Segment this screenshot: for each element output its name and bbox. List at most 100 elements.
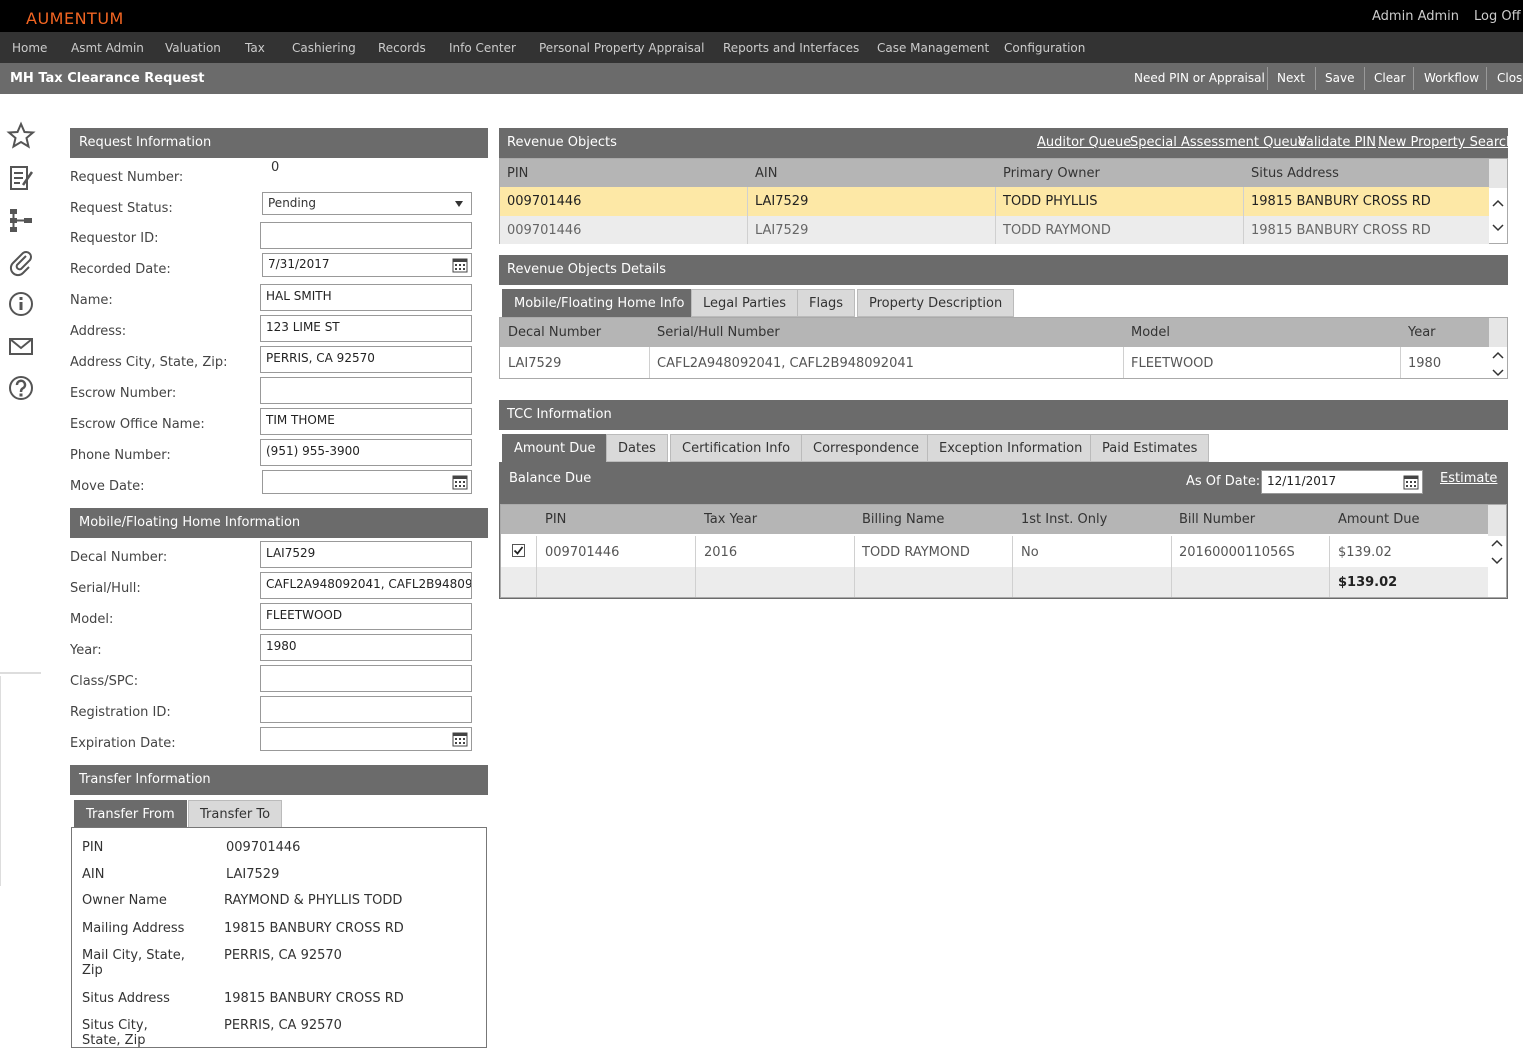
class-spc-field[interactable] <box>260 665 472 692</box>
scroll-arrows-icon[interactable] <box>1492 197 1504 237</box>
nav-configuration[interactable]: Configuration <box>1004 41 1085 55</box>
col-bill-number[interactable]: Bill Number <box>1179 512 1255 527</box>
col-pin[interactable]: PIN <box>545 512 566 527</box>
col-primary-owner[interactable]: Primary Owner <box>1003 166 1100 181</box>
tab-transfer-to[interactable]: Transfer To <box>188 800 283 828</box>
tab-transfer-from[interactable]: Transfer From <box>74 800 187 828</box>
scroll-arrows-icon[interactable] <box>1491 539 1503 565</box>
serial-hull-field[interactable]: CAFL2A948092041, CAFL2B948092041 <box>260 572 472 599</box>
tcc-info-header: TCC Information <box>499 400 1508 430</box>
table-row[interactable]: 009701446 2016 TODD RAYMOND No 201600001… <box>501 536 1488 567</box>
estimate-link[interactable]: Estimate <box>1440 471 1497 486</box>
nav-tax[interactable]: Tax <box>245 41 265 55</box>
nav-case-management[interactable]: Case Management <box>877 41 989 55</box>
nav-personal-property-appraisal[interactable]: Personal Property Appraisal <box>539 41 704 55</box>
tab-dates[interactable]: Dates <box>606 434 668 462</box>
col-ain[interactable]: AIN <box>755 166 777 181</box>
cell-year: 1980 <box>1408 356 1442 371</box>
paperclip-icon[interactable] <box>6 247 36 277</box>
tab-correspondence[interactable]: Correspondence <box>801 434 932 462</box>
nav-reports-and-interfaces[interactable]: Reports and Interfaces <box>723 41 859 55</box>
col-billing-name[interactable]: Billing Name <box>862 512 944 527</box>
validate-pin-link[interactable]: Validate PIN <box>1298 135 1376 150</box>
hierarchy-icon[interactable] <box>6 205 36 235</box>
as-of-date-field[interactable]: 12/11/2017 <box>1261 470 1423 494</box>
col-situs-address[interactable]: Situs Address <box>1251 166 1339 181</box>
action-separator <box>1267 67 1268 90</box>
nav-asmt-admin[interactable]: Asmt Admin <box>71 41 144 55</box>
recorded-date-field[interactable]: 7/31/2017 <box>262 253 472 277</box>
requestor-id-field[interactable] <box>260 222 472 249</box>
year-field[interactable]: 1980 <box>260 634 472 661</box>
nav-info-center[interactable]: Info Center <box>449 41 516 55</box>
clear-button[interactable]: Clear <box>1374 63 1405 94</box>
nav-valuation[interactable]: Valuation <box>165 41 221 55</box>
calendar-icon[interactable] <box>452 257 468 273</box>
tab-property-description[interactable]: Property Description <box>857 289 1015 317</box>
workflow-button[interactable]: Workflow <box>1424 63 1479 94</box>
save-button[interactable]: Save <box>1325 63 1354 94</box>
tab-paid-estimates[interactable]: Paid Estimates <box>1090 434 1210 462</box>
address-field[interactable]: 123 LIME ST <box>260 315 472 342</box>
cell-owner: TODD RAYMOND <box>1003 223 1111 238</box>
auditor-queue-link[interactable]: Auditor Queue <box>1037 135 1131 150</box>
close-button[interactable]: Close <box>1497 63 1523 94</box>
request-status-select[interactable]: Pending <box>262 192 472 215</box>
info-icon[interactable] <box>6 289 36 319</box>
col-serial-hull[interactable]: Serial/Hull Number <box>657 325 780 340</box>
grid-header: PIN AIN Primary Owner Situs Address <box>500 159 1489 188</box>
user-name-link[interactable]: Admin Admin <box>1372 9 1459 24</box>
col-model[interactable]: Model <box>1131 325 1170 340</box>
calendar-icon[interactable] <box>452 474 468 490</box>
escrow-office-field[interactable]: TIM THOME <box>260 408 472 435</box>
need-pin-button[interactable]: Need PIN or Appraisal <box>1134 63 1265 94</box>
cell-situs: 19815 BANBURY CROSS RD <box>1251 194 1431 209</box>
cell-situs: 19815 BANBURY CROSS RD <box>1251 223 1431 238</box>
col-pin[interactable]: PIN <box>507 166 528 181</box>
col-amount-due[interactable]: Amount Due <box>1338 512 1419 527</box>
scroll-arrows-icon[interactable] <box>1492 351 1504 377</box>
escrow-number-field[interactable] <box>260 377 472 404</box>
tab-mobile-home-info[interactable]: Mobile/Floating Home Info <box>502 289 697 317</box>
total-amount: $139.02 <box>1338 575 1398 590</box>
cell-decal: LAI7529 <box>508 356 562 371</box>
phone-number-field[interactable]: (951) 955-3900 <box>260 439 472 466</box>
star-icon[interactable] <box>6 121 36 151</box>
log-off-link[interactable]: Log Off <box>1474 9 1521 24</box>
tab-flags[interactable]: Flags <box>797 289 856 317</box>
edit-document-icon[interactable] <box>6 163 36 193</box>
tab-legal-parties[interactable]: Legal Parties <box>691 289 799 317</box>
next-button[interactable]: Next <box>1277 63 1305 94</box>
col-tax-year[interactable]: Tax Year <box>704 512 757 527</box>
nav-home[interactable]: Home <box>12 41 47 55</box>
new-property-search-link[interactable]: New Property Search <box>1378 135 1514 150</box>
col-first-inst-only[interactable]: 1st Inst. Only <box>1021 512 1107 527</box>
nav-records[interactable]: Records <box>378 41 426 55</box>
expiration-date-field[interactable] <box>260 727 472 751</box>
decal-number-field[interactable]: LAI7529 <box>260 541 472 568</box>
class-spc-label: Class/SPC: <box>70 674 139 689</box>
move-date-field[interactable] <box>262 470 472 494</box>
mail-icon[interactable] <box>6 331 36 361</box>
tab-exception-information[interactable]: Exception Information <box>927 434 1095 462</box>
calendar-icon[interactable] <box>1403 474 1419 490</box>
col-year[interactable]: Year <box>1408 325 1436 340</box>
tab-amount-due[interactable]: Amount Due <box>502 434 608 462</box>
special-assessment-queue-link[interactable]: Special Assessment Queue <box>1130 135 1306 150</box>
expiration-date-label: Expiration Date: <box>70 736 176 751</box>
column-divider <box>1012 536 1013 597</box>
chevron-down-icon <box>455 201 463 207</box>
row-checkbox[interactable] <box>512 544 525 557</box>
total-row: $139.02 <box>501 567 1488 597</box>
help-icon[interactable] <box>6 373 36 403</box>
column-divider <box>1329 536 1330 597</box>
model-field[interactable]: FLEETWOOD <box>260 603 472 630</box>
col-decal-number[interactable]: Decal Number <box>508 325 601 340</box>
tab-certification-info[interactable]: Certification Info <box>670 434 803 462</box>
registration-id-field[interactable] <box>260 696 472 723</box>
calendar-icon[interactable] <box>452 731 468 747</box>
address-city-field[interactable]: PERRIS, CA 92570 <box>260 346 472 373</box>
name-field[interactable]: HAL SMITH <box>260 284 472 311</box>
nav-cashiering[interactable]: Cashiering <box>292 41 356 55</box>
revenue-objects-title: Revenue Objects <box>507 135 617 150</box>
